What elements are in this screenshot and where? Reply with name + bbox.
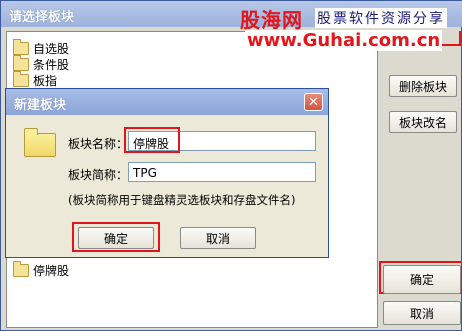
dialog-cancel-button[interactable]: 取消: [180, 227, 256, 249]
hint-text: (板块简称用于键盘精灵选板块和存盘文件名): [68, 193, 296, 207]
tree-item-label: 条件股: [33, 57, 70, 72]
watermark-tagline: 股票软件资源分享: [315, 8, 447, 28]
close-icon[interactable]: ✕: [304, 93, 323, 111]
dialog-ok-button[interactable]: 确定: [78, 227, 154, 249]
cancel-button[interactable]: 取消: [383, 301, 461, 325]
folder-icon: [13, 54, 29, 71]
watermark-brand: 股海网: [240, 8, 303, 32]
folder-icon: [13, 260, 29, 277]
dialog-title: 新建板块: [6, 89, 328, 115]
folder-icon: [13, 70, 29, 87]
block-abbr-input[interactable]: TPG: [128, 162, 316, 182]
highlight-box: [124, 127, 180, 153]
tree-item-zixuan[interactable]: 自选股: [13, 38, 70, 56]
block-name-label: 板块名称：: [68, 137, 129, 151]
tree-item-label: 自选股: [33, 41, 70, 56]
watermark-url: www.Guhai.com.cn: [245, 30, 443, 51]
folder-icon: [24, 128, 56, 157]
tree-item-tingpai[interactable]: 停牌股: [13, 260, 70, 278]
folder-icon: [13, 38, 29, 55]
new-block-dialog: 新建板块 ✕ 板块名称： 停牌股 板块简称： TPG (板块简称用于键盘精灵选板…: [5, 88, 329, 258]
rename-block-button[interactable]: 板块改名: [389, 111, 457, 133]
tree-item-label: 板指: [33, 73, 58, 88]
tree-item-label: 停牌股: [33, 263, 70, 278]
block-abbr-label: 板块简称：: [68, 168, 129, 182]
tree-item-banzhi[interactable]: 板指: [13, 70, 58, 88]
delete-block-button[interactable]: 删除板块: [389, 75, 457, 97]
ok-button[interactable]: 确定: [383, 265, 461, 294]
tree-item-tiaojian[interactable]: 条件股: [13, 54, 70, 72]
